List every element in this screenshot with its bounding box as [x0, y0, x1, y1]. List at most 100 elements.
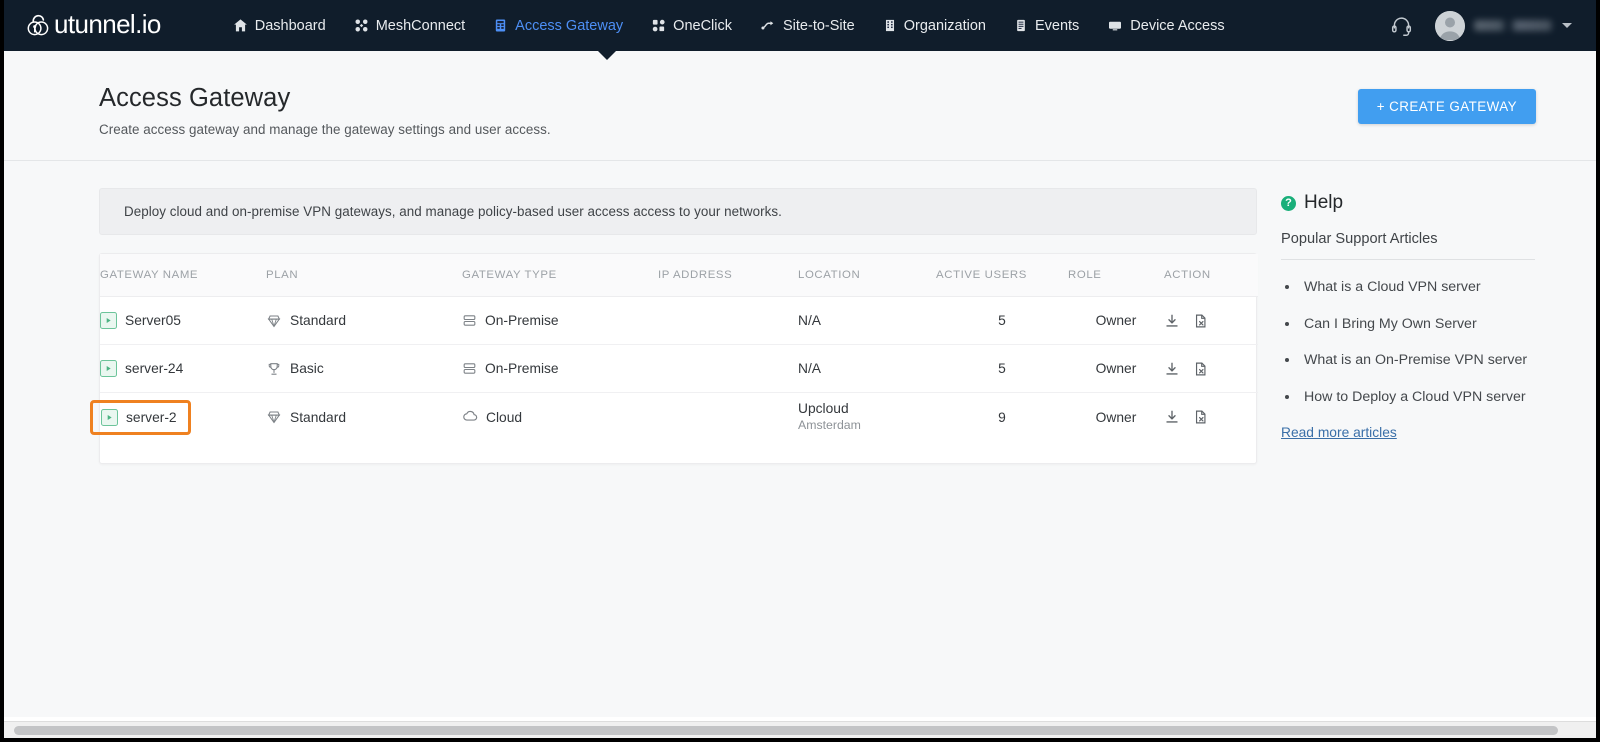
user-menu[interactable] [1435, 10, 1572, 41]
brand-name: utunnel.io [54, 9, 161, 39]
main-column: Deploy cloud and on-premise VPN gateways… [90, 188, 1258, 717]
cell-role: Owner [1068, 344, 1164, 394]
nav-item-site-to-site[interactable]: Site-to-Site [746, 0, 869, 51]
cell-ip-address [658, 296, 798, 346]
nav-item-access-gateway[interactable]: Access Gateway [479, 0, 637, 51]
cell-action [1164, 296, 1258, 346]
table-row[interactable]: Server05 Standard On-Premise N/A 5 Owner [100, 296, 1258, 346]
create-gateway-button[interactable]: + CREATE GATEWAY [1357, 89, 1536, 124]
cell-plan: Basic [266, 344, 462, 394]
oneclick-icon [651, 18, 666, 33]
server-stack-icon [462, 361, 477, 376]
column-header-gateway-type: GATEWAY TYPE [462, 254, 658, 298]
navbar-right [1390, 10, 1578, 41]
list-item[interactable]: What is an On-Premise VPN server [1300, 350, 1535, 372]
cell-plan: Standard [266, 393, 462, 441]
scrollbar-thumb[interactable] [14, 725, 1559, 735]
brand-logo-link[interactable]: utunnel.io [24, 11, 161, 40]
gateway-name-label: Server05 [125, 313, 181, 329]
cell-action [1164, 344, 1258, 394]
gem-icon [266, 409, 282, 425]
nav-item-organization[interactable]: Organization [869, 0, 1000, 51]
help-sidebar: ? Help Popular Support Articles What is … [1257, 188, 1535, 717]
cell-gateway-name[interactable]: server-2 [90, 393, 266, 441]
nav-item-label: Organization [903, 17, 986, 34]
gateway-type-label: On-Premise [485, 313, 559, 329]
page-body: Deploy cloud and on-premise VPN gateways… [4, 161, 1596, 718]
user-avatar-icon [1435, 10, 1465, 41]
table-header: GATEWAY NAME PLAN GATEWAY TYPE IP ADDRES… [100, 254, 1258, 298]
page-header: Access Gateway Create access gateway and… [4, 51, 1596, 162]
file-remove-icon[interactable] [1193, 313, 1209, 329]
nav-item-label: OneClick [673, 17, 732, 34]
page-title: Access Gateway [99, 84, 291, 112]
nav-item-meshconnect[interactable]: MeshConnect [340, 0, 479, 51]
nav-item-dashboard[interactable]: Dashboard [219, 0, 340, 51]
top-navbar: utunnel.io Dashboard MeshConnect Access … [4, 0, 1596, 51]
gem-icon [266, 313, 282, 329]
location-label: Upcloud [798, 400, 849, 416]
column-header-location: LOCATION [798, 254, 936, 298]
column-header-ip-address: IP ADDRESS [658, 254, 798, 298]
gateway-name-label: server-24 [125, 361, 184, 377]
plan-label: Basic [290, 361, 324, 377]
nav-item-events[interactable]: Events [1000, 0, 1093, 51]
active-tab-indicator [598, 51, 616, 60]
cell-gateway-name[interactable]: Server05 [100, 296, 266, 346]
page-subtitle: Create access gateway and manage the gat… [99, 122, 551, 138]
trophy-icon [266, 361, 282, 377]
list-item[interactable]: What is a Cloud VPN server [1300, 277, 1535, 299]
file-remove-icon[interactable] [1193, 409, 1209, 425]
table-row[interactable]: server-24 Basic On-Premise N/A 5 Owner [100, 344, 1258, 394]
column-header-action: ACTION [1164, 254, 1258, 298]
cell-active-users: 9 [998, 409, 1006, 425]
headset-icon[interactable] [1390, 14, 1413, 37]
gateway-name-highlight-box[interactable]: server-2 [90, 399, 191, 435]
help-title: Help [1304, 192, 1344, 214]
plan-label: Standard [290, 313, 346, 329]
mesh-nodes-icon [354, 18, 369, 33]
cell-role: Owner [1095, 409, 1137, 425]
read-more-articles-link[interactable]: Read more articles [1281, 425, 1397, 440]
nav-item-label: MeshConnect [375, 17, 466, 34]
location-sublabel: Amsterdam [798, 418, 861, 433]
column-header-gateway-name: GATEWAY NAME [100, 254, 266, 298]
nav-item-label: Access Gateway [515, 17, 624, 34]
gateway-type-label: Cloud [486, 409, 523, 425]
cell-ip-address [658, 344, 798, 394]
nav-item-oneclick[interactable]: OneClick [637, 0, 746, 51]
location-label: N/A [798, 312, 821, 328]
cell-role: Owner [1068, 296, 1164, 346]
nav-item-label: Dashboard [254, 17, 326, 34]
download-icon[interactable] [1164, 313, 1180, 329]
download-icon[interactable] [1164, 361, 1180, 377]
cloud-icon [462, 409, 478, 425]
cell-gateway-name[interactable]: server-24 [100, 344, 266, 394]
chevron-down-icon [1562, 23, 1572, 28]
help-header: ? Help [1281, 192, 1535, 214]
list-item[interactable]: Can I Bring My Own Server [1300, 314, 1535, 336]
help-article-list: What is a Cloud VPN server Can I Bring M… [1300, 277, 1535, 408]
app-window: utunnel.io Dashboard MeshConnect Access … [0, 0, 1600, 742]
running-play-icon [100, 360, 117, 378]
home-icon [233, 18, 248, 33]
running-play-icon [101, 408, 118, 426]
building-icon [883, 18, 897, 33]
column-header-active-users: ACTIVE USERS [936, 254, 1068, 298]
list-item[interactable]: How to Deploy a Cloud VPN server [1300, 387, 1535, 409]
file-remove-icon[interactable] [1193, 361, 1209, 377]
nav-item-device-access[interactable]: Device Access [1093, 0, 1238, 51]
table-row[interactable]: server-2 Standard Cloud Upcloud Amsterda… [90, 393, 1258, 441]
monitor-icon [1107, 18, 1123, 33]
table-header-row: GATEWAY NAME PLAN GATEWAY TYPE IP ADDRES… [100, 254, 1258, 298]
cell-gateway-type: On-Premise [462, 344, 658, 394]
gateway-name-label: server-2 [126, 409, 177, 425]
gateway-table: GATEWAY NAME PLAN GATEWAY TYPE IP ADDRES… [90, 254, 1258, 441]
gateway-icon [493, 18, 508, 33]
plan-label: Standard [290, 409, 346, 425]
cell-plan: Standard [266, 296, 462, 346]
site-to-site-icon [760, 18, 776, 33]
horizontal-scrollbar[interactable] [4, 721, 1596, 738]
cell-ip-address [658, 393, 798, 441]
download-icon[interactable] [1164, 409, 1180, 425]
